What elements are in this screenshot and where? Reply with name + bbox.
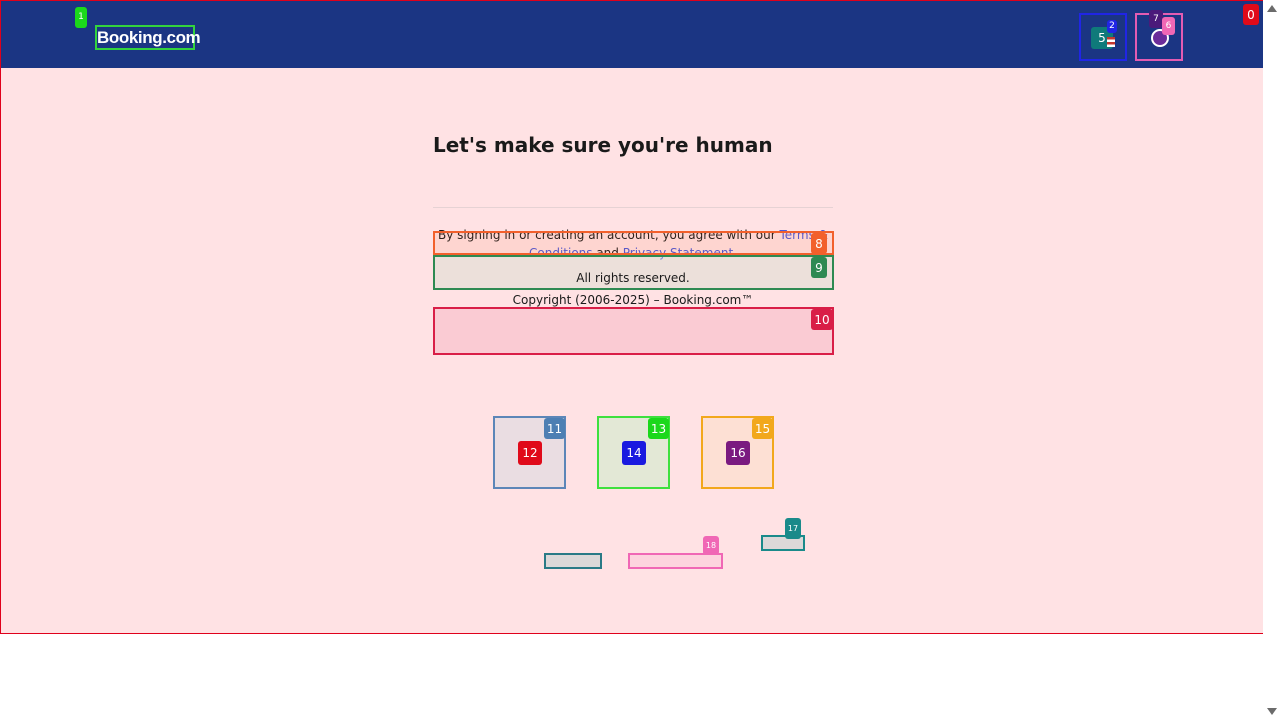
terms-box xyxy=(433,231,834,255)
marker-2: 2 xyxy=(1107,20,1117,33)
marker-11: 11 xyxy=(544,418,565,439)
scroll-up-icon[interactable] xyxy=(1267,5,1277,12)
marker-18: 18 xyxy=(703,536,719,555)
marker-0: 0 xyxy=(1243,4,1259,25)
marker-12: 12 xyxy=(518,441,542,465)
small-control-middle[interactable] xyxy=(628,553,723,569)
marker-7: 7 xyxy=(1149,10,1163,28)
header-bar: Booking.com 1 5 2 7 6 xyxy=(1,1,1264,68)
captcha-frame[interactable] xyxy=(433,307,834,355)
marker-17: 17 xyxy=(785,518,801,539)
marker-1: 1 xyxy=(75,7,87,28)
marker-8: 8 xyxy=(811,233,827,254)
marker-16: 16 xyxy=(726,441,750,465)
small-control-left[interactable] xyxy=(544,553,602,569)
marker-15: 15 xyxy=(752,418,773,439)
marker-13: 13 xyxy=(648,418,669,439)
booking-logo[interactable]: Booking.com xyxy=(95,25,201,50)
flag-icon xyxy=(1107,37,1115,47)
scroll-down-icon[interactable] xyxy=(1267,708,1277,715)
marker-6: 6 xyxy=(1162,17,1175,35)
divider xyxy=(433,207,833,208)
marker-10: 10 xyxy=(811,309,833,330)
scrollbar[interactable] xyxy=(1263,0,1280,720)
rights-text: All rights reserved. xyxy=(576,271,690,285)
marker-9: 9 xyxy=(811,257,827,278)
copyright-text: Copyright (2006-2025) – Booking.com™ xyxy=(512,293,754,307)
marker-14: 14 xyxy=(622,441,646,465)
page-title: Let's make sure you're human xyxy=(433,133,773,157)
page-frame: Booking.com 1 5 2 7 6 0 Let's make sure … xyxy=(0,0,1265,634)
